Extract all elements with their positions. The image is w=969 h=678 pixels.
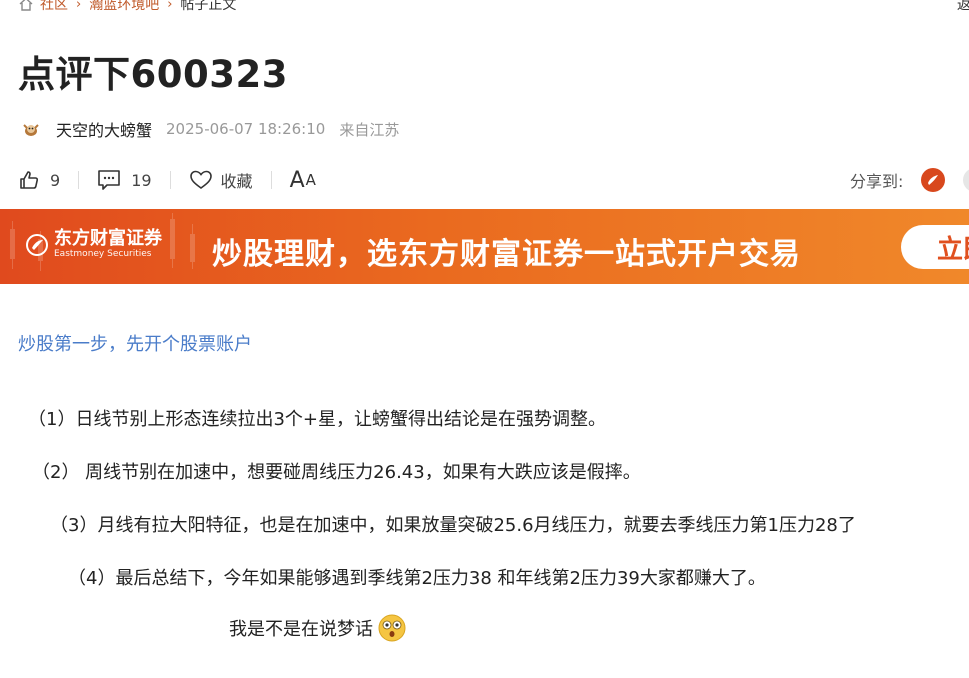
font-size-button[interactable]: A A (290, 168, 316, 193)
breadcrumb-forum[interactable]: 瀚蓝环境吧 (89, 0, 159, 14)
thumb-up-icon (20, 171, 39, 189)
avatar-icon[interactable] (20, 118, 42, 140)
favorite-button[interactable]: 收藏 (189, 168, 253, 192)
paragraph-1: （1）日线节别上形态连续拉出3个+星，让螃蟹得出结论是在强势调整。 (28, 409, 606, 430)
eastmoney-logo-icon (26, 233, 48, 256)
heart-icon (189, 170, 212, 189)
brand-name-en: Eastmoney Securities (54, 249, 152, 259)
post-location: 来自江苏 (339, 120, 400, 139)
post-time: 2025-06-07 18:26:10 (166, 120, 326, 138)
ad-banner[interactable]: 东方财富证券 Eastmoney Securities 炒股理财，选东方财富证券… (0, 209, 969, 284)
paragraph-5-wrap: 我是不是在说梦话 (229, 613, 407, 643)
comment-icon (98, 170, 120, 190)
share-more-icon[interactable] (963, 168, 969, 192)
promo-link[interactable]: 炒股第一步，先开个股票账户 (18, 330, 252, 356)
paragraph-2: （2） 周线节别在加速中，想要碰周线压力26.43，如果有大跌应该是假摔。 (32, 462, 641, 483)
paragraph-3: （3）月线有拉大阳特征，也是在加速中，如果放量突破25.6月线压力，就要去季线压… (50, 515, 856, 536)
banner-slogan: 炒股理财，选东方财富证券一站式开户交易 (212, 237, 801, 272)
favorite-label: 收藏 (220, 172, 253, 191)
home-icon[interactable] (18, 0, 34, 12)
shock-emoji-icon (378, 614, 406, 642)
author-name[interactable]: 天空的大螃蟹 (56, 117, 152, 141)
like-button[interactable]: 9 (18, 169, 60, 191)
font-size-small: A (305, 171, 316, 189)
chevron-right-icon: › (76, 0, 82, 12)
like-count: 9 (50, 170, 61, 190)
brand-name-cn: 东方财富证券 (54, 228, 162, 249)
paragraph-5: 我是不是在说梦话 (229, 619, 373, 640)
font-size-large: A (289, 167, 305, 193)
chevron-right-icon: › (167, 0, 173, 12)
page-title: 点评下600323 (18, 53, 288, 96)
eastmoney-brand: 东方财富证券 Eastmoney Securities (26, 229, 162, 260)
share-label: 分享到: (850, 172, 904, 191)
paragraph-4: （4）最后总结下，今年如果能够遇到季线第2压力38 和年线第2压力39大家都赚大… (68, 568, 766, 589)
breadcrumb: 社区 › 瀚蓝环境吧 › 帖子正文 (18, 0, 236, 14)
comment-count: 19 (131, 170, 152, 190)
back-link[interactable]: 返 (957, 0, 969, 14)
share-section: 分享到: (850, 166, 969, 194)
post-meta: 天空的大螃蟹 2025-06-07 18:26:10 来自江苏 (20, 118, 399, 140)
breadcrumb-current: 帖子正文 (180, 0, 237, 13)
weibo-icon[interactable] (921, 168, 946, 192)
comment-button[interactable]: 19 (97, 169, 152, 191)
divider (270, 171, 272, 189)
post-actions: 9 19 收藏 A A (18, 166, 316, 194)
breadcrumb-community[interactable]: 社区 (40, 0, 68, 14)
divider (78, 171, 80, 189)
divider (169, 171, 171, 189)
open-account-button[interactable]: 立即 (901, 225, 969, 269)
